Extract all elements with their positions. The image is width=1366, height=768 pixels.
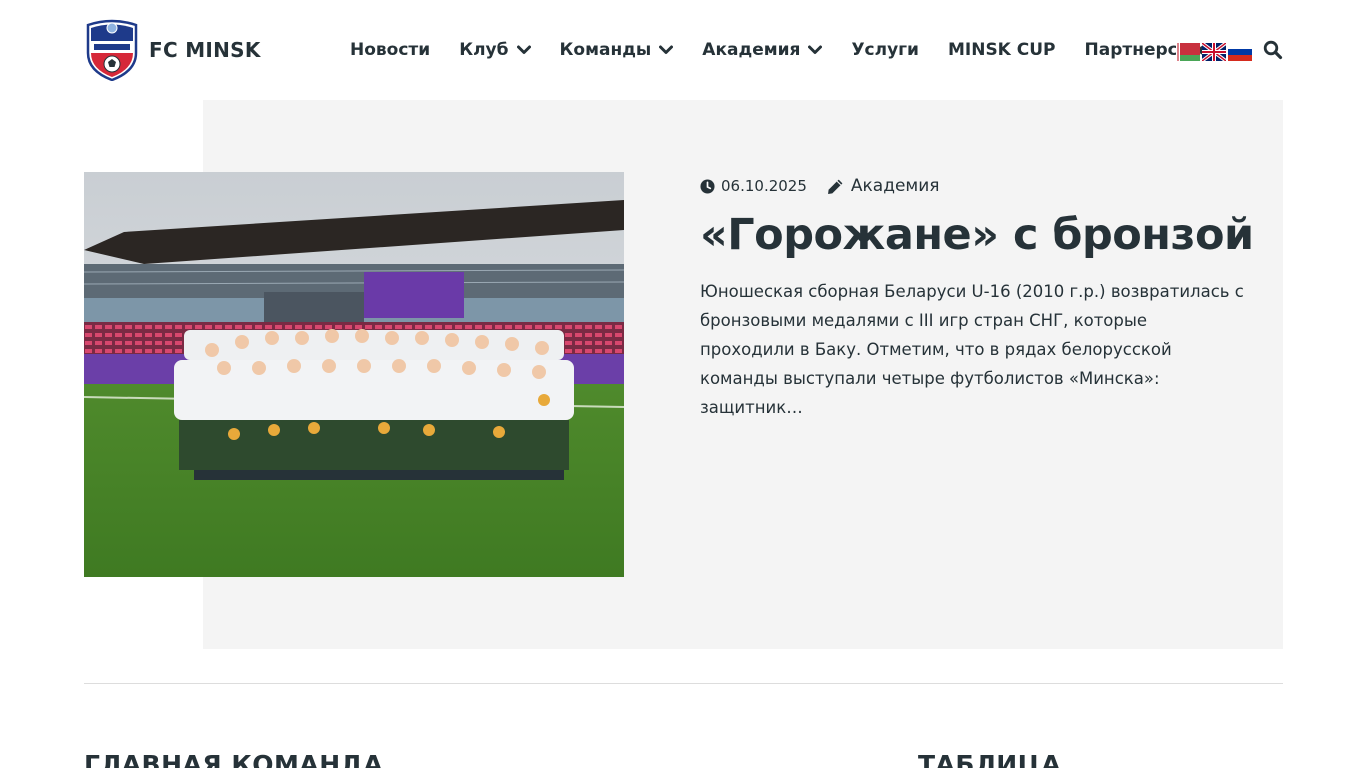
nav-item-services[interactable]: Услуги — [851, 40, 919, 60]
site-header: FC MINSK Новости Клуб Команды Академия У… — [0, 0, 1366, 100]
team-photo-image — [84, 172, 624, 577]
post-date: 06.10.2025 — [700, 177, 807, 195]
nav-item-label: Команды — [559, 40, 652, 60]
nav-item-label: MINSK CUP — [947, 40, 1056, 60]
nav-item-club[interactable]: Клуб — [459, 40, 531, 60]
featured-post-image[interactable] — [84, 172, 624, 577]
language-switcher — [1176, 43, 1254, 61]
uk-flag-icon[interactable] — [1202, 43, 1226, 61]
league-table-heading: ТАБЛИЦА — [918, 750, 1062, 768]
chevron-down-icon — [516, 45, 531, 54]
club-crest-icon — [86, 19, 138, 81]
post-title[interactable]: «Горожане» с бронзой — [700, 210, 1254, 260]
main-team-heading: ГЛАВНАЯ КОМАНДА — [84, 750, 384, 768]
nav-item-label: Академия — [702, 40, 801, 60]
site-title: FC MINSK — [149, 38, 261, 62]
site-logo-link[interactable]: FC MINSK — [84, 19, 261, 81]
main-nav: Новости Клуб Команды Академия Услуги MIN… — [350, 36, 1210, 64]
nav-item-minsk-cup[interactable]: MINSK CUP — [948, 40, 1056, 60]
post-meta: 06.10.2025 Академия — [700, 176, 940, 196]
post-category-link[interactable]: Академия — [827, 176, 940, 196]
ru-flag-icon[interactable] — [1228, 43, 1252, 61]
nav-item-academy[interactable]: Академия — [702, 40, 823, 60]
post-date-text: 06.10.2025 — [721, 177, 807, 195]
by-flag-icon[interactable] — [1176, 43, 1200, 61]
nav-item-news[interactable]: Новости — [350, 40, 430, 60]
nav-item-label: Новости — [350, 40, 431, 60]
post-excerpt: Юношеская сборная Беларуси U-16 (2010 г.… — [700, 282, 1244, 417]
post-category-text: Академия — [850, 176, 940, 196]
search-icon[interactable] — [1263, 40, 1283, 60]
clock-icon — [700, 178, 715, 194]
section-divider — [84, 683, 1283, 684]
nav-item-label: Клуб — [459, 40, 509, 60]
nav-item-teams[interactable]: Команды — [560, 40, 674, 60]
chevron-down-icon — [808, 45, 823, 54]
pencil-icon — [827, 179, 843, 194]
chevron-down-icon — [659, 45, 674, 54]
nav-item-label: Услуги — [851, 40, 919, 60]
